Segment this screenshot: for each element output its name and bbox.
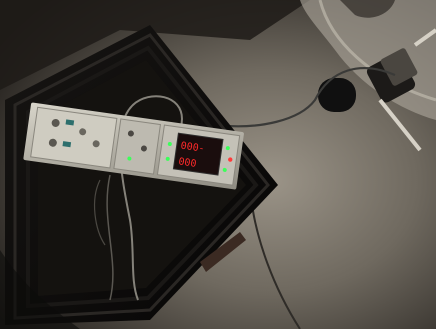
display-panel (172, 132, 224, 176)
photo-scene: 000- 000 (0, 0, 436, 329)
rack-module-left (30, 106, 118, 169)
cylinder (318, 78, 356, 112)
rack-module-mid (113, 118, 162, 175)
